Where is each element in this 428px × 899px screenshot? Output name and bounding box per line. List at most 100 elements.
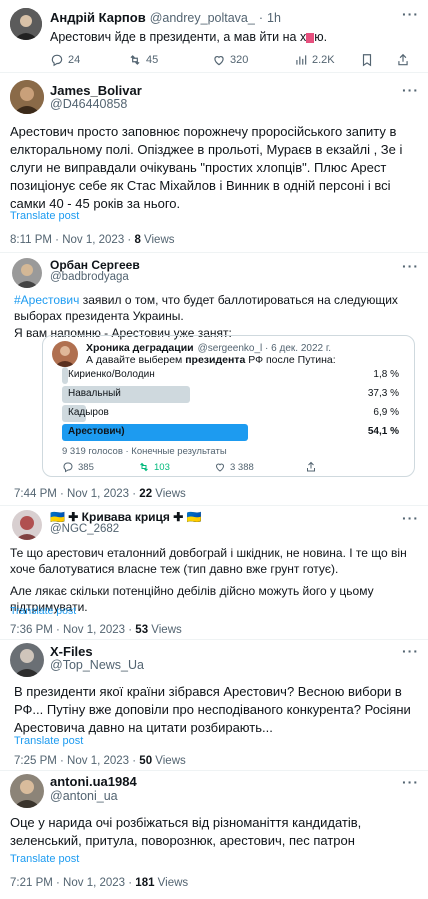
divider: [0, 252, 428, 253]
retweet-count: 45: [146, 54, 159, 66]
avatar[interactable]: [10, 80, 44, 114]
person-icon: [12, 510, 42, 540]
hashtag-link[interactable]: #Арестович: [14, 293, 79, 307]
tweet-text-main: Арестович йде в президенти, а мав йти на…: [50, 30, 307, 44]
divider: [0, 639, 428, 640]
author-name[interactable]: 🇺🇦 ✚ Кривава криця ✚ 🇺🇦: [50, 510, 202, 524]
poll-option: Навальный 37,3 %: [62, 386, 407, 403]
author-name[interactable]: X-Files: [50, 644, 93, 659]
retweet-icon: [140, 462, 148, 472]
censor-emoji-icon: [306, 32, 315, 43]
divider: [0, 770, 428, 771]
author-handle[interactable]: @badbrodyaga: [50, 271, 129, 283]
author-name[interactable]: Андрій Карпов: [50, 10, 146, 25]
poll-option: Кадыров 6,9 %: [62, 405, 407, 422]
views-count: 181: [135, 877, 155, 889]
like-button[interactable]: 320: [212, 53, 248, 67]
tweet-text: Арестович просто заповнює порожнечу прор…: [10, 124, 403, 211]
views-count: 50: [139, 755, 153, 767]
separator: ·: [258, 11, 263, 25]
more-options-icon[interactable]: ···: [402, 510, 419, 526]
like-count: 320: [230, 54, 249, 66]
heart-icon: [215, 463, 225, 472]
translate-link[interactable]: Translate post: [10, 210, 79, 222]
poll-footer: 9 319 голосов · Конечные результаты: [62, 446, 227, 457]
translate-link[interactable]: Translate post: [10, 853, 79, 865]
views-label: Views: [154, 877, 189, 889]
quote-text-c: РФ после Путина:: [245, 354, 336, 366]
avatar[interactable]: [10, 643, 44, 677]
more-options-icon[interactable]: ···: [402, 774, 419, 790]
quote-author-handle[interactable]: @sergeenko_l · 6 дек. 2022 г.: [198, 343, 331, 354]
author-handle[interactable]: @antoni_ua: [50, 789, 118, 803]
avatar[interactable]: [12, 258, 42, 288]
views-count: 22: [139, 488, 153, 500]
post-time[interactable]: 1h: [267, 11, 281, 25]
author-handle[interactable]: @D46440858: [50, 97, 127, 111]
avatar[interactable]: [10, 774, 44, 808]
bookmark-icon: [362, 54, 372, 67]
author-name[interactable]: antoni.ua1984: [50, 774, 137, 789]
divider: [0, 72, 428, 73]
analytics-icon: [296, 55, 307, 65]
tweet-meta: 8:11 PM · Nov 1, 2023 · 8 Views: [10, 234, 175, 246]
poll-option-label: Арестович): [68, 426, 125, 437]
poll-option-label: Кадыров: [68, 407, 109, 418]
tweet-text: #Арестович заявил о том, что будет балло…: [14, 292, 414, 324]
more-options-icon[interactable]: ···: [402, 258, 419, 274]
avatar[interactable]: [12, 510, 42, 540]
reply-button[interactable]: 24: [50, 53, 80, 67]
views-count: 53: [135, 624, 149, 636]
retweet-button[interactable]: 45: [128, 53, 158, 67]
quote-retweet-button[interactable]: 103: [138, 461, 170, 473]
views-button[interactable]: 2.2K: [294, 53, 335, 67]
person-icon: [52, 341, 78, 367]
author-handle[interactable]: @NGC_2682: [50, 523, 119, 535]
quote-share-button[interactable]: [305, 461, 317, 473]
post-timestamp[interactable]: 8:11 PM · Nov 1, 2023 ·: [10, 234, 134, 246]
translate-link[interactable]: Translate post: [10, 605, 76, 617]
divider: [0, 505, 428, 506]
tweet-text: Оце у нарида очі розбіжаться від різнома…: [10, 815, 362, 848]
poll-option-label: Кириенко/Володин: [68, 369, 155, 380]
post-timestamp[interactable]: 7:44 PM · Nov 1, 2023 ·: [14, 488, 139, 500]
tweet-text: Арестович йде в президенти, а мав йти на…: [50, 28, 327, 46]
post-timestamp[interactable]: 7:21 PM · Nov 1, 2023 ·: [10, 877, 135, 889]
poll: Кириенко/Володин 1,8 % Навальный 37,3 % Кады…: [62, 367, 407, 443]
author-handle[interactable]: @andrey_poltava_: [150, 11, 255, 25]
poll-option: Кириенко/Володин 1,8 %: [62, 367, 407, 384]
bookmark-button[interactable]: [360, 53, 374, 67]
quote-reply-button[interactable]: 385: [62, 461, 94, 473]
person-icon: [10, 80, 44, 114]
reply-icon: [51, 54, 63, 67]
person-icon: [10, 643, 44, 677]
avatar[interactable]: [10, 8, 42, 40]
avatar[interactable]: [52, 341, 78, 367]
poll-option-percent: 1,8 %: [373, 369, 399, 380]
views-count: 2.2K: [312, 54, 335, 66]
like-count: 3 388: [230, 461, 254, 473]
more-options-icon[interactable]: ···: [402, 6, 419, 22]
tweet-text: Те що арестович еталонний довбограй і шк…: [10, 546, 407, 576]
quote-text-b: президента: [185, 354, 246, 366]
tweet-meta: 7:44 PM · Nov 1, 2023 · 22 Views: [14, 488, 186, 500]
poll-option-label: Навальный: [68, 388, 121, 399]
person-icon: [10, 774, 44, 808]
quote-author-name[interactable]: Хроника деградации: [86, 342, 194, 354]
author-name[interactable]: James_Bolivar: [50, 83, 142, 98]
quote-like-button[interactable]: 3 388: [214, 461, 254, 473]
post-timestamp[interactable]: 7:25 PM · Nov 1, 2023 ·: [14, 755, 139, 767]
more-options-icon[interactable]: ···: [402, 82, 419, 98]
person-icon: [12, 258, 42, 288]
translate-link[interactable]: Translate post: [14, 735, 83, 747]
tweet-meta: 7:25 PM · Nov 1, 2023 · 50 Views: [14, 755, 186, 767]
poll-option-percent: 6,9 %: [373, 407, 399, 418]
share-button[interactable]: [396, 53, 410, 67]
author-name[interactable]: Орбан Сергеев: [50, 258, 140, 272]
author-handle[interactable]: @Top_News_Ua: [50, 658, 144, 672]
tweet-meta: 7:21 PM · Nov 1, 2023 · 181 Views: [10, 877, 188, 889]
poll-option-percent: 37,3 %: [367, 388, 399, 399]
post-timestamp[interactable]: 7:36 PM · Nov 1, 2023 ·: [10, 624, 135, 636]
more-options-icon[interactable]: ···: [402, 643, 419, 659]
tweet-text-tail: ю.: [314, 30, 328, 44]
